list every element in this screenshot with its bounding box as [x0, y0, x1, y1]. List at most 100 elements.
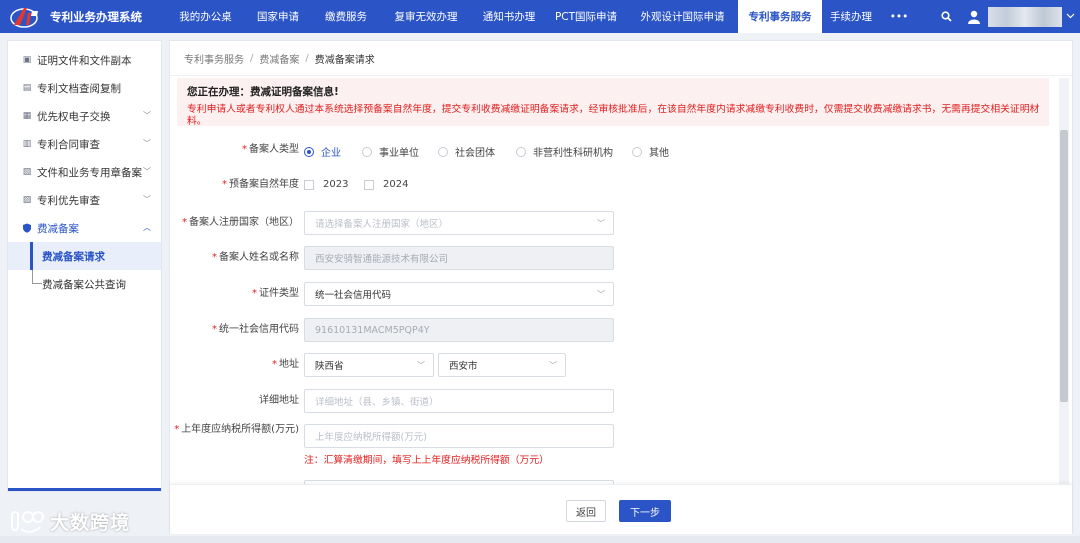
- nav-design-international[interactable]: 外观设计国际申请: [627, 0, 738, 33]
- main-nav: 我的办公桌 国家申请 缴费服务 复审无效办理 通知书办理 PCT国际申请 外观设…: [168, 0, 918, 33]
- exchange-icon: ▦: [22, 111, 32, 121]
- id-type-value: 统一社会信用代码: [315, 290, 392, 301]
- detail-address-input[interactable]: 详细地址（县、乡镇、街道）: [304, 389, 614, 413]
- sidebar-subitem-label: 费减备案公共查询: [42, 278, 126, 291]
- nav-my-desk[interactable]: 我的办公桌: [168, 0, 243, 33]
- nav-pct[interactable]: PCT国际申请: [545, 0, 627, 33]
- sidebar-item-seal-filing[interactable]: ▧ 文件和业务专用章备案 ﹀: [8, 158, 161, 186]
- name-value: 西安安骑智通能源技术有限公司: [315, 254, 449, 265]
- notice-title: 您正在办理：费减证明备案信息!: [187, 86, 339, 98]
- breadcrumb-separator: /: [305, 52, 309, 64]
- sidebar-subitem-fee-reduction-query[interactable]: 费减备案公共查询: [8, 270, 161, 298]
- city-select[interactable]: 西安市 ﹀: [438, 353, 566, 377]
- sidebar-subitem-label: 费减备案请求: [42, 250, 105, 263]
- sidebar-bottom-accent: [8, 488, 161, 491]
- radio-dot: [304, 146, 314, 157]
- income-note: 注：汇算清缴期间，填写上上年度应纳税所得额（万元）: [304, 455, 549, 466]
- radio-nonprofit-research[interactable]: 非营利性科研机构: [516, 144, 613, 159]
- province-value: 陕西省: [315, 361, 344, 372]
- breadcrumb: 专利事务服务 / 费减备案 / 费减备案请求: [170, 41, 1072, 76]
- main-panel: 专利事务服务 / 费减备案 / 费减备案请求 您正在办理：费减证明备案信息! 专…: [169, 40, 1073, 534]
- sidebar-item-document-copy[interactable]: ▤ 专利文档查阅复制: [8, 74, 161, 102]
- nav-procedures[interactable]: 手续办理: [822, 0, 880, 33]
- user-area: [932, 0, 1080, 33]
- watermark-text: 大数跨境: [50, 512, 131, 534]
- checkbox-2024[interactable]: 2024: [364, 179, 408, 190]
- country-label: * 备案人注册国家（地区）: [182, 217, 299, 228]
- checkbox-box: [304, 179, 314, 190]
- nav-patent-affairs[interactable]: 专利事务服务: [738, 0, 822, 33]
- app-logo-icon: [8, 5, 44, 29]
- detail-address-label: 详细地址: [259, 395, 299, 406]
- copy-icon: ▤: [22, 83, 32, 93]
- chevron-down-icon: ﹀: [597, 219, 605, 228]
- radio-other[interactable]: 其他: [632, 144, 669, 159]
- income-input[interactable]: 上年度应纳税所得额(万元): [304, 424, 614, 448]
- address-label: * 地址: [272, 359, 299, 370]
- breadcrumb-item[interactable]: 专利事务服务: [184, 51, 244, 66]
- checkbox-2023[interactable]: 2023: [304, 179, 348, 190]
- sidebar: ▣ 证明文件和文件副本 ▤ 专利文档查阅复制 ▦ 优先权电子交换 ﹀ ▥ 专利合…: [7, 40, 162, 492]
- search-icon[interactable]: [932, 0, 960, 33]
- nav-national-application[interactable]: 国家申请: [243, 0, 313, 33]
- city-value: 西安市: [449, 361, 478, 372]
- sidebar-item-label: 证明文件和文件副本: [37, 54, 132, 67]
- notice-text: 专利申请人或者专利权人通过本系统选择预备案自然年度，提交专利收费减缴证明备案请求…: [187, 104, 1040, 127]
- radio-enterprise[interactable]: 企业: [304, 144, 341, 159]
- watermark-logo-icon: [8, 509, 46, 535]
- filer-type-label: * 备案人类型: [242, 144, 299, 155]
- sidebar-item-label: 费减备案: [37, 222, 79, 235]
- document-icon: ▣: [22, 55, 32, 65]
- tree-connector: [32, 270, 42, 284]
- checkbox-box: [364, 179, 374, 190]
- sidebar-subitem-fee-reduction-request[interactable]: 费减备案请求: [8, 242, 161, 270]
- breadcrumb-item[interactable]: 费减备案: [259, 51, 299, 66]
- radio-dot: [516, 146, 526, 157]
- sidebar-item-contract-review[interactable]: ▥ 专利合同审查 ﹀: [8, 130, 161, 158]
- sidebar-item-label: 专利合同审查: [37, 138, 100, 151]
- country-placeholder: 请选择备案人注册国家（地区）: [315, 219, 449, 230]
- seal-icon: ▧: [22, 167, 32, 177]
- user-icon[interactable]: [960, 0, 988, 33]
- chevron-down-icon: ﹀: [549, 361, 557, 370]
- next-button[interactable]: 下一步: [619, 500, 671, 522]
- chevron-down-icon: ﹀: [143, 195, 151, 204]
- chevron-down-icon: ﹀: [143, 167, 151, 176]
- nav-reexamination[interactable]: 复审无效办理: [379, 0, 473, 33]
- notice-banner: 您正在办理：费减证明备案信息! 专利申请人或者专利权人通过本系统选择预备案自然年…: [177, 78, 1049, 127]
- radio-dot: [362, 146, 372, 157]
- province-select[interactable]: 陕西省 ﹀: [304, 353, 434, 377]
- sidebar-item-priority-exchange[interactable]: ▦ 优先权电子交换 ﹀: [8, 102, 161, 130]
- scrollbar-thumb[interactable]: [1060, 130, 1068, 402]
- chevron-up-icon: ︿: [143, 223, 151, 232]
- nav-more[interactable]: •••: [880, 0, 918, 33]
- brand[interactable]: 专利业务办理系统: [0, 0, 168, 33]
- sidebar-item-certificates[interactable]: ▣ 证明文件和文件副本: [8, 46, 161, 74]
- user-name-blurred[interactable]: [988, 6, 1062, 27]
- radio-dot: [438, 146, 448, 157]
- chevron-down-icon[interactable]: [1066, 12, 1080, 22]
- income-placeholder: 上年度应纳税所得额(万元): [315, 432, 427, 443]
- country-select[interactable]: 请选择备案人注册国家（地区） ﹀: [304, 211, 614, 235]
- breadcrumb-separator: /: [250, 52, 254, 64]
- sidebar-item-label: 专利优先审查: [37, 194, 100, 207]
- id-type-select[interactable]: 统一社会信用代码 ﹀: [304, 282, 614, 306]
- radio-public-institution[interactable]: 事业单位: [362, 144, 419, 159]
- chevron-down-icon: ﹀: [143, 111, 151, 120]
- app-title: 专利业务办理系统: [50, 9, 142, 24]
- sidebar-item-fee-reduction[interactable]: 费减备案 ︿: [8, 214, 161, 242]
- vertical-scrollbar[interactable]: [1059, 78, 1069, 488]
- id-type-label: * 证件类型: [252, 288, 299, 299]
- radio-social-group[interactable]: 社会团体: [438, 144, 495, 159]
- chevron-down-icon: ﹀: [597, 290, 605, 299]
- nav-notices[interactable]: 通知书办理: [473, 0, 545, 33]
- name-field: 西安安骑智通能源技术有限公司: [304, 246, 614, 270]
- chevron-down-icon: ﹀: [143, 139, 151, 148]
- sidebar-item-label: 文件和业务专用章备案: [37, 166, 142, 179]
- sidebar-item-priority-exam[interactable]: ▨ 专利优先审查 ﹀: [8, 186, 161, 214]
- nav-fee-service[interactable]: 缴费服务: [313, 0, 379, 33]
- sidebar-item-label: 优先权电子交换: [37, 110, 111, 123]
- back-button[interactable]: 返回: [566, 500, 606, 522]
- credit-code-field: 91610131MACM5PQP4Y: [304, 318, 614, 342]
- year-label: * 预备案自然年度: [222, 179, 299, 190]
